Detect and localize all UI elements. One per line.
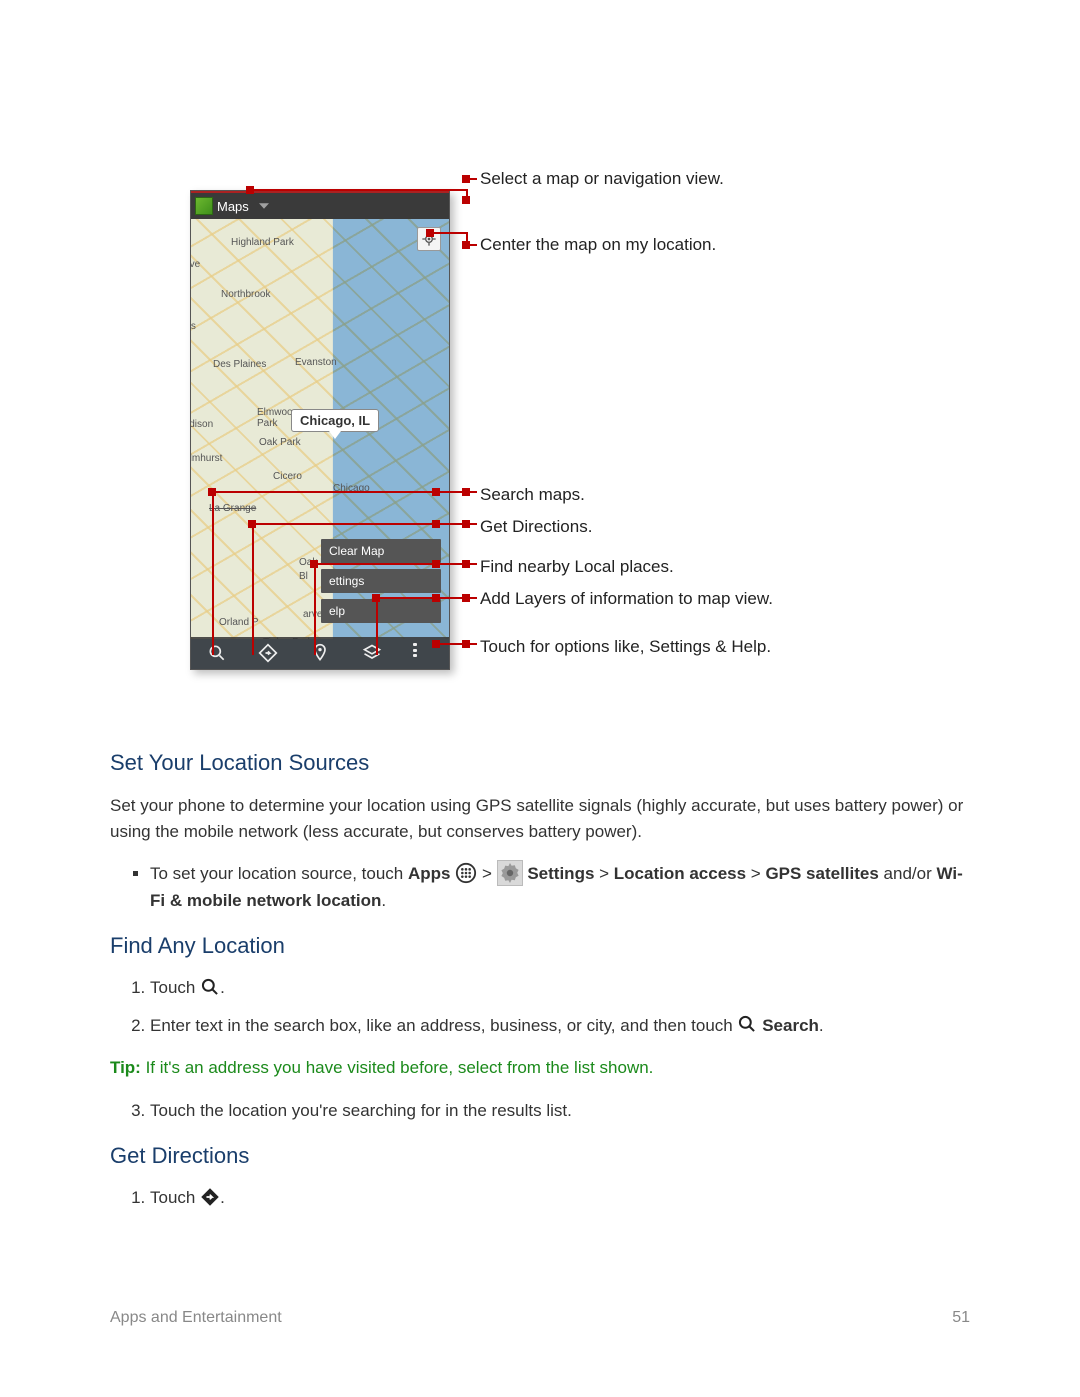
maps-titlebar[interactable]: Maps [191,191,449,219]
places-icon[interactable] [310,643,330,663]
apps-icon [455,862,477,884]
map-place-label: Evanston [295,357,337,368]
maps-annotated-figure: Select a map or navigation view. Center … [190,170,890,700]
map-place-label: Grove [191,259,200,270]
settings-icon [497,860,523,886]
map-place-label: La Grange [209,503,256,514]
map-place-label: Northbrook [221,289,270,300]
page-footer: Apps and Entertainment 51 [110,1309,970,1327]
map-place-label: Highland Park [231,237,294,248]
directions-icon[interactable] [258,643,278,663]
heading-location-sources: Set Your Location Sources [110,750,970,776]
map-place-label: Des Plaines [213,359,266,370]
map-place-label: Addison [191,419,213,430]
map-place-bubble[interactable]: Chicago, IL [291,409,379,432]
bullet-set-location-source: To set your location source, touch Apps … [150,861,970,913]
search-icon [737,1014,757,1034]
step-find-3: Touch the location you're searching for … [150,1098,970,1124]
callout-nav-view: Select a map or navigation view. [480,168,724,189]
maps-bottom-toolbar [191,637,449,669]
map-place-label: Oak Park [259,437,301,448]
menu-settings[interactable]: ettings [321,569,441,593]
menu-clear-map[interactable]: Clear Map [321,539,441,563]
heading-get-directions: Get Directions [110,1143,970,1169]
dropdown-indicator-icon [259,203,269,209]
para-location-sources: Set your phone to determine your locatio… [110,793,970,844]
callout-options: Touch for options like, Settings & Help. [480,636,771,657]
footer-section: Apps and Entertainment [110,1309,282,1327]
map-place-label: Cicero [273,471,302,482]
callout-layers: Add Layers of information to map view. [480,588,773,609]
callout-directions: Get Directions. [480,516,592,537]
overflow-menu-icon[interactable] [413,643,433,663]
heading-find-any-location: Find Any Location [110,933,970,959]
step-directions-1: Touch . [150,1185,970,1211]
map-place-label: ghts [191,321,196,332]
map-canvas[interactable]: Highland Park Grove Northbrook ghts Des … [191,219,449,639]
footer-page-number: 51 [952,1309,970,1327]
menu-help[interactable]: elp [321,599,441,623]
callout-search: Search maps. [480,484,585,505]
step-find-2: Enter text in the search box, like an ad… [150,1013,970,1039]
callout-local: Find nearby Local places. [480,556,674,577]
search-icon[interactable] [207,643,227,663]
layers-icon[interactable] [362,643,382,663]
map-place-label: Elmhurst [191,453,222,464]
tip-line: Tip: If it's an address you have visited… [110,1055,970,1081]
maps-app-icon [195,197,213,215]
map-place-label: Elmwoo Park [257,407,293,429]
map-place-label: Bl [299,571,308,582]
maps-title-label: Maps [217,199,249,214]
step-find-1: Touch . [150,975,970,1001]
search-icon [200,977,220,997]
callout-center: Center the map on my location. [480,234,716,255]
directions-icon [200,1187,220,1207]
